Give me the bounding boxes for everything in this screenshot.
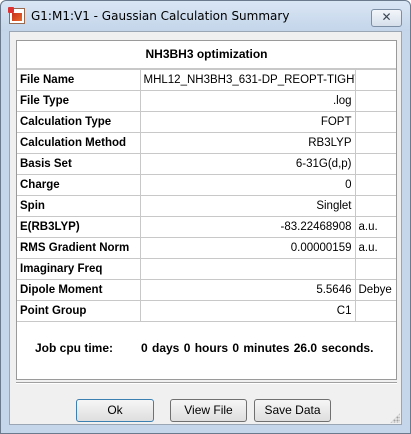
row-unit [354,153,396,175]
cpu-time-value: 0 days 0 hours 0 minutes 26.0 seconds. [141,341,374,355]
row-label: Charge [17,174,141,196]
row-value: FOPT [139,111,356,133]
summary-row: File Type .log [17,90,396,112]
row-label: File Type [17,90,141,112]
row-value: .log [139,90,356,112]
row-label: E(RB3LYP) [17,216,141,238]
dialog-client-area: NH3BH3 optimization File Name MHL12_NH3BH… [9,31,402,425]
window-title: G1:M1:V1 - Gaussian Calculation Summary [31,9,290,23]
row-label: Dipole Moment [17,279,141,301]
row-unit: a.u. [354,237,396,259]
row-unit [354,258,396,280]
row-unit [354,69,396,91]
row-value: C1 [139,300,356,322]
divider [16,382,397,384]
row-value: 6-31G(d,p) [139,153,356,175]
summary-table: File Name MHL12_NH3BH3_631-DP_REOPT-TIGHT… [17,69,396,322]
row-unit: Debye [354,279,396,301]
summary-row: Charge 0 [17,174,396,196]
summary-row: Calculation Type FOPT [17,111,396,133]
row-value [139,258,356,280]
summary-row: File Name MHL12_NH3BH3_631-DP_REOPT-TIGHT [17,69,396,91]
summary-row: Point Group C1 [17,300,396,322]
row-unit [354,174,396,196]
summary-dialog: G1:M1:V1 - Gaussian Calculation Summary … [0,0,411,434]
row-value: 5.5646 [139,279,356,301]
summary-row: E(RB3LYP) -83.22468908 a.u. [17,216,396,238]
summary-heading: NH3BH3 optimization [17,41,396,69]
row-label: Spin [17,195,141,217]
row-unit [354,111,396,133]
row-label: Calculation Method [17,132,141,154]
summary-row: Imaginary Freq [17,258,396,280]
close-button[interactable]: ✕ [371,9,402,27]
view-file-button[interactable]: View File [170,399,247,422]
row-label: File Name [17,69,141,91]
row-value: RB3LYP [139,132,356,154]
ok-button[interactable]: Ok [76,399,154,422]
resize-grip-icon[interactable] [390,413,400,423]
summary-panel[interactable]: NH3BH3 optimization File Name MHL12_NH3BH… [16,40,397,380]
row-label: Point Group [17,300,141,322]
row-value: Singlet [139,195,356,217]
row-value: 0 [139,174,356,196]
close-icon: ✕ [381,10,392,24]
summary-row: Spin Singlet [17,195,396,217]
row-label: RMS Gradient Norm [17,237,141,259]
row-unit [354,132,396,154]
row-unit [354,300,396,322]
row-value: -83.22468908 [139,216,356,238]
summary-row: Dipole Moment 5.5646 Debye [17,279,396,301]
row-label: Basis Set [17,153,141,175]
row-value: 0.00000159 [139,237,356,259]
save-data-button[interactable]: Save Data [254,399,331,422]
cpu-time-label: Job cpu time: [35,341,114,355]
row-unit [354,90,396,112]
row-label: Calculation Type [17,111,141,133]
gaussview-app-icon[interactable] [8,7,25,24]
row-unit: a.u. [354,216,396,238]
title-bar[interactable]: G1:M1:V1 - Gaussian Calculation Summary … [1,1,410,31]
summary-row: Basis Set 6-31G(d,p) [17,153,396,175]
summary-row: RMS Gradient Norm 0.00000159 a.u. [17,237,396,259]
row-value: MHL12_NH3BH3_631-DP_REOPT-TIGHT [139,69,356,91]
summary-row: Calculation Method RB3LYP [17,132,396,154]
row-unit [354,195,396,217]
row-label: Imaginary Freq [17,258,141,280]
